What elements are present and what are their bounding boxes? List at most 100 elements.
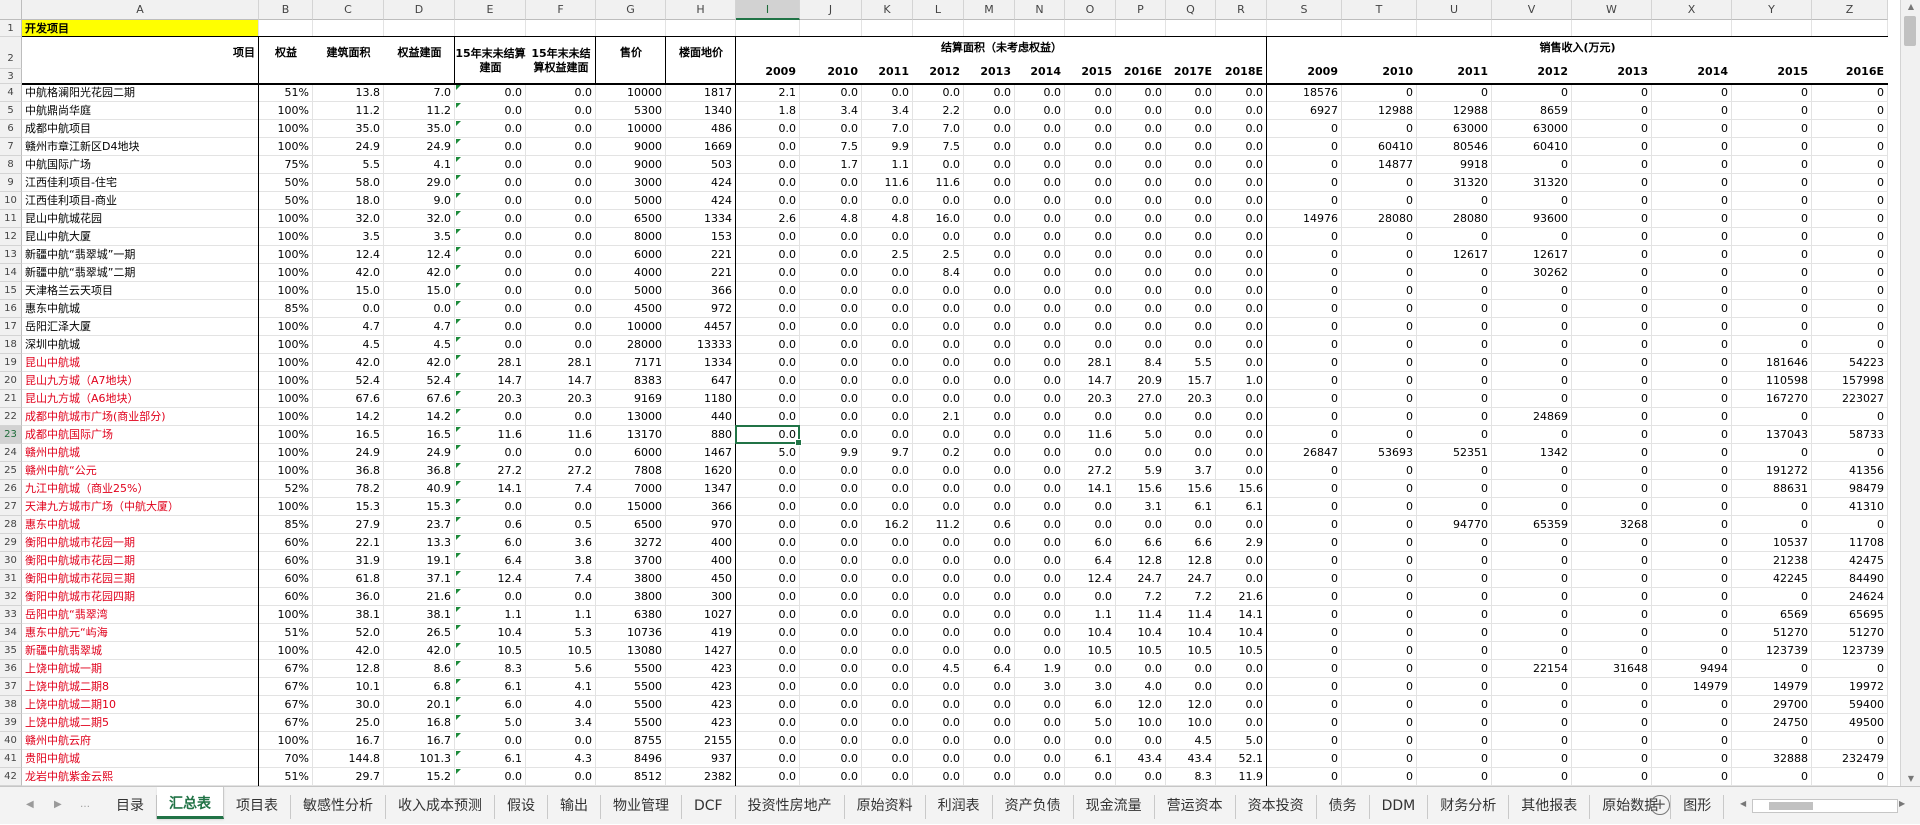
value-cell[interactable]: 5500 <box>596 696 666 714</box>
value-cell[interactable]: 0.0 <box>964 534 1015 552</box>
value-cell[interactable]: 0 <box>1572 606 1652 624</box>
column-header-v[interactable]: V <box>1492 0 1572 20</box>
value-cell[interactable]: 0.0 <box>736 246 800 264</box>
value-cell[interactable]: 0.0 <box>913 606 964 624</box>
value-cell[interactable]: 0.0 <box>862 606 913 624</box>
value-cell[interactable]: 0.0 <box>800 426 862 444</box>
value-cell[interactable]: 0 <box>1417 408 1492 426</box>
value-cell[interactable]: 14979 <box>1732 678 1812 696</box>
value-cell[interactable]: 36.8 <box>384 462 455 480</box>
value-cell[interactable]: 8.4 <box>913 264 964 282</box>
empty-cell[interactable] <box>862 20 913 37</box>
value-cell[interactable]: 0 <box>1572 462 1652 480</box>
value-cell[interactable]: 0 <box>1417 750 1492 768</box>
value-cell[interactable]: 0.0 <box>862 534 913 552</box>
value-cell[interactable]: 0.0 <box>1116 336 1166 354</box>
value-cell[interactable]: 0.0 <box>736 516 800 534</box>
value-cell[interactable]: 366 <box>666 498 736 516</box>
value-cell[interactable]: 0 <box>1417 660 1492 678</box>
value-cell[interactable]: 0 <box>1572 570 1652 588</box>
more-tabs-icon[interactable]: … <box>80 799 91 810</box>
value-cell[interactable]: 0 <box>1652 246 1732 264</box>
value-cell[interactable]: 0 <box>1732 408 1812 426</box>
value-cell[interactable]: 15000 <box>596 498 666 516</box>
sheet-tab[interactable]: 敏感性分析 <box>291 795 386 819</box>
value-cell[interactable]: 67.6 <box>313 390 384 408</box>
row-header-15[interactable]: 15 <box>0 282 22 300</box>
value-cell[interactable]: 423 <box>666 660 736 678</box>
value-cell[interactable]: 0 <box>1492 498 1572 516</box>
value-cell[interactable]: 0.0 <box>1015 444 1065 462</box>
value-cell[interactable]: 27.9 <box>313 516 384 534</box>
value-cell[interactable]: 0.0 <box>1116 174 1166 192</box>
value-cell[interactable]: 0.0 <box>964 606 1015 624</box>
value-cell[interactable]: 0 <box>1492 426 1572 444</box>
empty-cell[interactable] <box>313 20 384 37</box>
sheet-tab[interactable]: 资产负债 <box>993 795 1074 819</box>
value-cell[interactable]: 0 <box>1267 336 1342 354</box>
value-cell[interactable]: 1027 <box>666 606 736 624</box>
value-cell[interactable]: 0.0 <box>1216 354 1267 372</box>
value-cell[interactable]: 19.1 <box>384 552 455 570</box>
value-cell[interactable]: 0.0 <box>964 552 1015 570</box>
value-cell[interactable]: 0.0 <box>526 210 596 228</box>
value-cell[interactable]: 0.0 <box>1065 444 1116 462</box>
value-cell[interactable]: 16.5 <box>384 426 455 444</box>
value-cell[interactable]: 11.6 <box>455 426 526 444</box>
value-cell[interactable]: 0 <box>1732 498 1812 516</box>
value-cell[interactable]: 28.1 <box>526 354 596 372</box>
value-cell[interactable]: 0.0 <box>1065 282 1116 300</box>
row-header-42[interactable]: 42 <box>0 768 22 786</box>
value-cell[interactable]: 51270 <box>1812 624 1888 642</box>
value-cell[interactable]: 1.1 <box>526 606 596 624</box>
project-name-cell[interactable]: 衡阳中航城市花园四期 <box>22 588 259 606</box>
value-cell[interactable]: 63000 <box>1417 120 1492 138</box>
value-cell[interactable]: 60% <box>259 570 313 588</box>
value-cell[interactable]: 0 <box>1652 462 1732 480</box>
value-cell[interactable]: 0.0 <box>736 552 800 570</box>
value-cell[interactable]: 7.0 <box>384 84 455 102</box>
value-cell[interactable]: 0 <box>1652 354 1732 372</box>
value-cell[interactable]: 0.0 <box>526 174 596 192</box>
value-cell[interactable]: 0 <box>1417 768 1492 786</box>
value-cell[interactable]: 0 <box>1492 462 1572 480</box>
sheet-tab[interactable]: 输出 <box>548 795 601 819</box>
value-cell[interactable]: 0 <box>1732 156 1812 174</box>
value-cell[interactable]: 0.0 <box>964 750 1015 768</box>
value-cell[interactable]: 0 <box>1652 732 1732 750</box>
empty-cell[interactable] <box>1015 20 1065 37</box>
value-cell[interactable]: 1.8 <box>736 102 800 120</box>
value-cell[interactable]: 31.9 <box>313 552 384 570</box>
value-cell[interactable]: 12.0 <box>1166 696 1216 714</box>
value-cell[interactable]: 10.4 <box>1166 624 1216 642</box>
value-cell[interactable]: 0 <box>1572 624 1652 642</box>
value-cell[interactable]: 0.0 <box>455 318 526 336</box>
project-name-cell[interactable]: 成都中航城市广场(商业部分) <box>22 408 259 426</box>
empty-cell[interactable] <box>455 20 526 37</box>
value-cell[interactable]: 0.0 <box>455 264 526 282</box>
value-cell[interactable]: 0.0 <box>964 192 1015 210</box>
value-cell[interactable]: 0.0 <box>913 372 964 390</box>
value-cell[interactable]: 0.0 <box>1166 210 1216 228</box>
value-cell[interactable]: 0.0 <box>736 192 800 210</box>
value-cell[interactable]: 9918 <box>1417 156 1492 174</box>
value-cell[interactable]: 100% <box>259 318 313 336</box>
empty-cell[interactable] <box>1216 20 1267 37</box>
value-cell[interactable]: 2.1 <box>736 84 800 102</box>
value-cell[interactable]: 0.0 <box>736 624 800 642</box>
value-cell[interactable]: 14.7 <box>1065 372 1116 390</box>
value-cell[interactable]: 6000 <box>596 246 666 264</box>
value-cell[interactable]: 9.9 <box>862 138 913 156</box>
value-cell[interactable]: 100% <box>259 408 313 426</box>
value-cell[interactable]: 59400 <box>1812 696 1888 714</box>
value-cell[interactable]: 0 <box>1417 390 1492 408</box>
row-header-28[interactable]: 28 <box>0 516 22 534</box>
value-cell[interactable]: 0 <box>1342 534 1417 552</box>
value-cell[interactable]: 0.0 <box>736 408 800 426</box>
value-cell[interactable]: 3.8 <box>526 552 596 570</box>
value-cell[interactable]: 0.0 <box>1166 174 1216 192</box>
value-cell[interactable]: 10.0 <box>1116 714 1166 732</box>
row-header-5[interactable]: 5 <box>0 102 22 120</box>
value-cell[interactable]: 10000 <box>596 84 666 102</box>
value-cell[interactable]: 2.1 <box>913 408 964 426</box>
